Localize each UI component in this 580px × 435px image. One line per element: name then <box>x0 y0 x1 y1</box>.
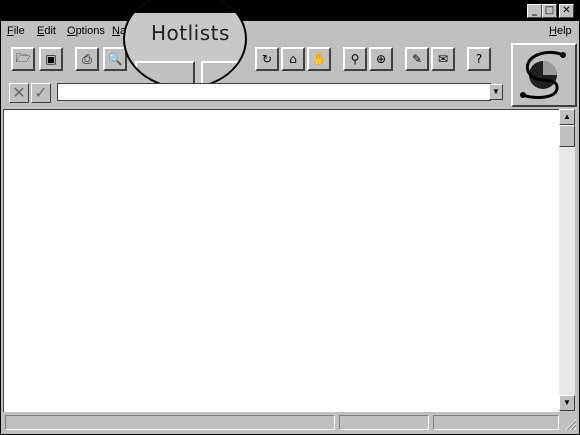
print-button[interactable]: ⎙ <box>75 47 99 71</box>
browser-window: _ □ ✕ File Edit Options Na Help 🗁 ▣ ⎙ 🔍 … <box>0 0 580 435</box>
status-pane-2 <box>339 415 429 430</box>
vertical-scrollbar[interactable]: ▲ ▼ <box>559 109 575 411</box>
close-button[interactable]: ✕ <box>559 4 574 18</box>
browser-logo <box>511 43 577 107</box>
add-hotlist-button[interactable]: ⊕ <box>369 47 393 71</box>
scroll-down-button[interactable]: ▼ <box>559 395 575 411</box>
logo-icon <box>520 50 566 99</box>
url-input[interactable] <box>57 83 491 101</box>
minimize-button[interactable]: _ <box>527 4 542 18</box>
edit-icon: ✎ <box>411 52 423 66</box>
resize-grip-icon[interactable] <box>563 417 577 431</box>
menu-options-key: O <box>67 25 76 37</box>
maximize-icon: □ <box>544 5 555 16</box>
open-button[interactable]: 🗁 <box>11 47 35 71</box>
scroll-up-button[interactable]: ▲ <box>559 109 575 125</box>
find-button[interactable]: ⚲ <box>343 47 367 71</box>
title-bar[interactable]: _ □ ✕ <box>1 1 579 21</box>
menu-bar: File Edit Options Na Help <box>1 21 579 41</box>
edit-button[interactable]: ✎ <box>405 47 429 71</box>
checkmark-icon: ✓ <box>34 85 48 102</box>
add-bookmark-icon: ⊕ <box>375 52 387 66</box>
maximize-button[interactable]: □ <box>542 4 557 18</box>
status-bar <box>1 413 579 434</box>
cancel-url-button[interactable]: ✕ <box>9 83 29 103</box>
status-pane-3 <box>433 415 559 430</box>
find-icon: ⚲ <box>350 52 360 66</box>
menu-edit[interactable]: Edit <box>37 25 56 37</box>
logo-dot-top <box>560 52 566 58</box>
menu-navigate-key: N <box>112 25 120 37</box>
magnified-titlebar <box>125 0 245 13</box>
hotlists-label: Hotlists <box>151 21 230 45</box>
stop-button[interactable]: ✋ <box>307 47 331 71</box>
address-bar: ✕ ✓ ▼ <box>5 81 507 103</box>
logo-dot-bottom <box>520 92 526 98</box>
mail-button[interactable]: ✉ <box>431 47 455 71</box>
logo-globe-highlight <box>543 61 557 75</box>
print-preview-button[interactable]: 🔍 <box>103 47 127 71</box>
close-icon: ✕ <box>562 5 571 16</box>
menu-file-rest: ile <box>13 25 25 37</box>
home-button[interactable]: ⌂ <box>281 47 305 71</box>
url-dropdown-button[interactable]: ▼ <box>489 84 503 100</box>
menu-options[interactable]: Options <box>67 25 105 37</box>
save-button[interactable]: ▣ <box>39 47 63 71</box>
menu-edit-rest: dit <box>44 25 56 37</box>
menu-help-rest: elp <box>556 25 572 37</box>
mail-icon: ✉ <box>437 52 449 66</box>
reload-button[interactable]: ↻ <box>255 47 279 71</box>
chevron-down-icon: ▼ <box>492 87 500 96</box>
print-icon: ⎙ <box>82 51 92 66</box>
menu-file-key: F <box>7 25 14 37</box>
toolbar: 🗁 ▣ ⎙ 🔍 ↻ ⌂ ✋ ⚲ ⊕ ✎ ✉ ? <box>5 45 505 77</box>
cancel-x-icon: ✕ <box>12 85 26 102</box>
help-icon: ? <box>475 52 483 66</box>
menu-help[interactable]: Help <box>549 25 572 37</box>
arrow-up-icon: ▲ <box>563 112 571 121</box>
reload-icon: ↻ <box>261 52 273 66</box>
page-content-area[interactable] <box>3 109 560 412</box>
accept-url-button[interactable]: ✓ <box>31 83 51 103</box>
status-pane-main <box>5 415 335 430</box>
menu-help-key: H <box>549 25 557 37</box>
arrow-down-icon: ▼ <box>563 398 571 407</box>
help-button[interactable]: ? <box>467 47 491 71</box>
save-disk-icon: ▣ <box>45 52 57 66</box>
menu-options-rest: ptions <box>75 25 105 37</box>
print-preview-icon: 🔍 <box>107 52 123 66</box>
hand-icon: ✋ <box>311 52 327 66</box>
open-folder-icon: 🗁 <box>15 50 31 65</box>
menu-file[interactable]: File <box>7 25 25 37</box>
minimize-icon: _ <box>532 5 537 16</box>
home-icon: ⌂ <box>289 52 297 66</box>
magnifier-callout: Hotlists <box>123 0 247 89</box>
scroll-thumb[interactable] <box>559 125 575 147</box>
